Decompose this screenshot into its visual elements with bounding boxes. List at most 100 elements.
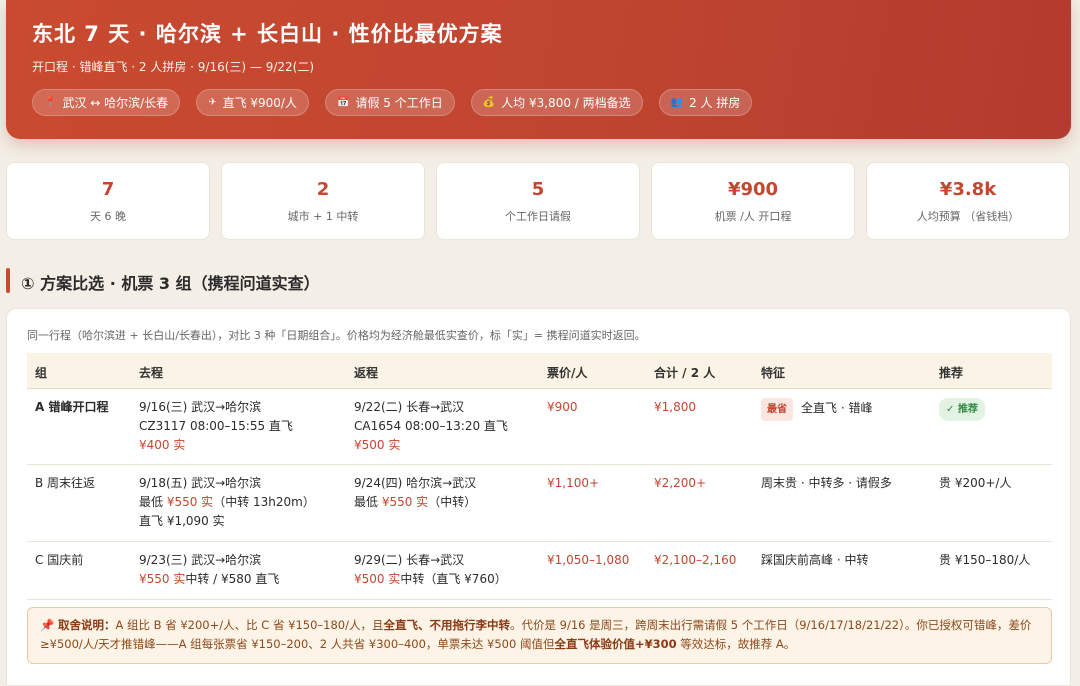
stat-value: ¥900 [727,179,779,200]
outbound-price: ¥550 实 [166,495,214,509]
col-header-total: 合计 / 2 人 [654,366,716,380]
note-text-1: A 组比 B 省 ¥200+/人、比 C 省 ¥150–180/人，且 [115,618,384,632]
stat-label: 人均预算 （省钱档） [916,210,1020,223]
outbound-price: ¥400 实 [139,438,186,452]
row-price: ¥900 [547,400,578,414]
return-lowest: 最低 ¥550 实（中转） [354,493,476,512]
feature-text: 全直飞 · 错峰 [801,401,873,415]
chip-budget: 💰 人均 ¥3,800 / 两档备选 [470,89,643,116]
row-outbound: 9/18(五) 武汉→哈尔滨 最低 ¥550 实（中转 13h20m） 直飞 ¥… [139,474,315,531]
stat-cards: 7 天 6 晚 2 城市 + 1 中转 5 个工作日请假 ¥900 机票 /人 … [6,162,1070,240]
return-price: ¥500 实 [354,572,401,586]
outbound-price: ¥550 实 [139,572,186,586]
stat-card-days: 7 天 6 晚 [6,162,210,240]
stat-card-budget: ¥3.8k 人均预算 （省钱档） [866,162,1070,240]
row-price: ¥1,050–1,080 [547,553,630,567]
stat-value: ¥3.8k [939,179,997,200]
stat-value: 7 [101,179,115,200]
header-banner: 东北 7 天 · 哈尔滨 + 长白山 · 性价比最优方案 开口程 · 错峰直飞 … [6,0,1071,139]
stat-card-leave: 5 个工作日请假 [436,162,640,240]
outbound-options: ¥550 实中转 / ¥580 直飞 [139,570,279,589]
chip-people: 👥 2 人 拼房 [658,89,753,116]
row-group: B 周末往返 [35,476,96,490]
row-recommend: 贵 ¥150–180/人 [939,553,1031,567]
stat-label: 城市 + 1 中转 [287,210,359,223]
return-options: ¥500 实中转（直飞 ¥760） [354,570,507,589]
plane-icon: ✈ [208,97,217,108]
outbound-lowest: 最低 ¥550 实（中转 13h20m） [139,493,315,512]
chip-flight: ✈ 直飞 ¥900/人 [196,89,309,116]
row-return: 9/29(二) 长春→武汉 ¥500 实中转（直飞 ¥760） [354,551,507,589]
return-route: 9/24(四) 哈尔滨→武汉 [354,476,477,490]
stat-value: 5 [531,179,545,200]
col-header-outbound: 去程 [139,366,164,380]
stat-value: 2 [316,179,330,200]
cheapest-badge: 最省 [761,398,793,421]
row-outbound: 9/16(三) 武汉→哈尔滨 CZ3117 08:00–15:55 直飞 ¥40… [139,398,293,455]
row-total: ¥2,100–2,160 [654,553,737,567]
return-route: 9/22(二) 长春→武汉 [354,400,465,414]
chip-label: 武汉 ↔ 哈尔滨/长春 [62,96,169,110]
stat-label: 机票 /人 开口程 [714,210,792,223]
return-price: ¥550 实 [381,495,429,509]
outbound-route: 9/18(五) 武汉→哈尔滨 [139,476,262,490]
row-outbound: 9/23(三) 武汉→哈尔滨 ¥550 实中转 / ¥580 直飞 [139,551,279,589]
comparison-panel: 同一行程（哈尔滨进 + 长白山/长春出），对比 3 种「日期组合」。价格均为经济… [6,308,1071,686]
note-emphasis-1: 全直飞、不用拖行李中转 [383,618,510,632]
tradeoff-note: 📌 取舍说明：A 组比 B 省 ¥200+/人、比 C 省 ¥150–180/人… [27,607,1052,664]
row-return: 9/22(二) 长春→武汉 CA1654 08:00–13:20 直飞 ¥500… [354,398,508,455]
chip-label: 人均 ¥3,800 / 两档备选 [501,96,631,110]
money-icon: 💰 [482,97,496,108]
note-text-3: 等效达标，故推荐 A。 [676,637,796,651]
outbound-alt: 中转 / ¥580 直飞 [185,572,280,586]
chip-label: 直飞 ¥900/人 [222,96,297,110]
row-total: ¥2,200+ [654,476,707,490]
page-subtitle: 开口程 · 错峰直飞 · 2 人拼房 · 9/16(三) — 9/22(二) [32,60,315,74]
return-route: 9/29(二) 长春→武汉 [354,553,465,567]
row-return: 9/24(四) 哈尔滨→武汉 最低 ¥550 实（中转） [354,474,476,512]
row-feature: 踩国庆前高峰 · 中转 [761,553,869,567]
recommend-badge: ✓ 推荐 [939,398,985,421]
stat-label: 天 6 晚 [90,210,126,223]
summary-chips: 📍 武汉 ↔ 哈尔滨/长春 ✈ 直飞 ¥900/人 📅 请假 5 个工作日 💰 … [32,89,753,116]
return-price: ¥500 实 [354,438,401,452]
outbound-flight: CZ3117 08:00–15:55 直飞 [139,419,293,433]
page-title: 东北 7 天 · 哈尔滨 + 长白山 · 性价比最优方案 [32,22,503,46]
transfer-note: （中转） [428,495,477,509]
row-feature: 周末贵 · 中转多 · 请假多 [761,476,892,490]
row-feature: 最省 全直飞 · 错峰 [761,398,872,421]
chip-leave: 📅 请假 5 个工作日 [324,89,455,116]
outbound-route: 9/23(三) 武汉→哈尔滨 [139,553,262,567]
chip-label: 2 人 拼房 [689,96,741,110]
return-alt: 中转（直飞 ¥760） [400,572,507,586]
lowest-label: 最低 [354,495,382,509]
row-group: C 国庆前 [35,553,84,567]
section-title: ① 方案比选 · 机票 3 组（携程问道实查） [21,274,320,293]
outbound-direct: 直飞 ¥1,090 实 [139,514,225,528]
stat-card-flight: ¥900 机票 /人 开口程 [651,162,855,240]
note-label: 取舍说明： [57,618,116,632]
col-header-group: 组 [35,366,48,380]
transfer-note: （中转 13h20m） [213,495,315,509]
stat-card-cities: 2 城市 + 1 中转 [221,162,425,240]
row-recommend: ✓ 推荐 [939,398,985,421]
table-row: A 错峰开口程 9/16(三) 武汉→哈尔滨 CZ3117 08:00–15:5… [27,389,1052,465]
section-intro: 同一行程（哈尔滨进 + 长白山/长春出），对比 3 种「日期组合」。价格均为经济… [27,329,646,342]
pushpin-icon: 📌 [40,618,55,632]
row-group: A 错峰开口程 [35,400,109,414]
calendar-icon: 📅 [336,97,350,108]
return-flight: CA1654 08:00–13:20 直飞 [354,419,508,433]
col-header-price: 票价/人 [547,366,588,380]
chip-route: 📍 武汉 ↔ 哈尔滨/长春 [32,89,181,116]
people-icon: 👥 [670,97,684,108]
col-header-feature: 特征 [761,366,786,380]
table-row: B 周末往返 9/18(五) 武汉→哈尔滨 最低 ¥550 实（中转 13h20… [27,465,1052,542]
lowest-label: 最低 [139,495,167,509]
pin-icon: 📍 [44,97,57,108]
row-recommend: 贵 ¥200+/人 [939,476,1012,490]
col-header-return: 返程 [354,366,379,380]
outbound-route: 9/16(三) 武汉→哈尔滨 [139,400,262,414]
table-row: C 国庆前 9/23(三) 武汉→哈尔滨 ¥550 实中转 / ¥580 直飞 … [27,542,1052,600]
stat-label: 个工作日请假 [505,210,571,223]
table-header: 组 去程 返程 票价/人 合计 / 2 人 特征 推荐 [27,353,1052,389]
